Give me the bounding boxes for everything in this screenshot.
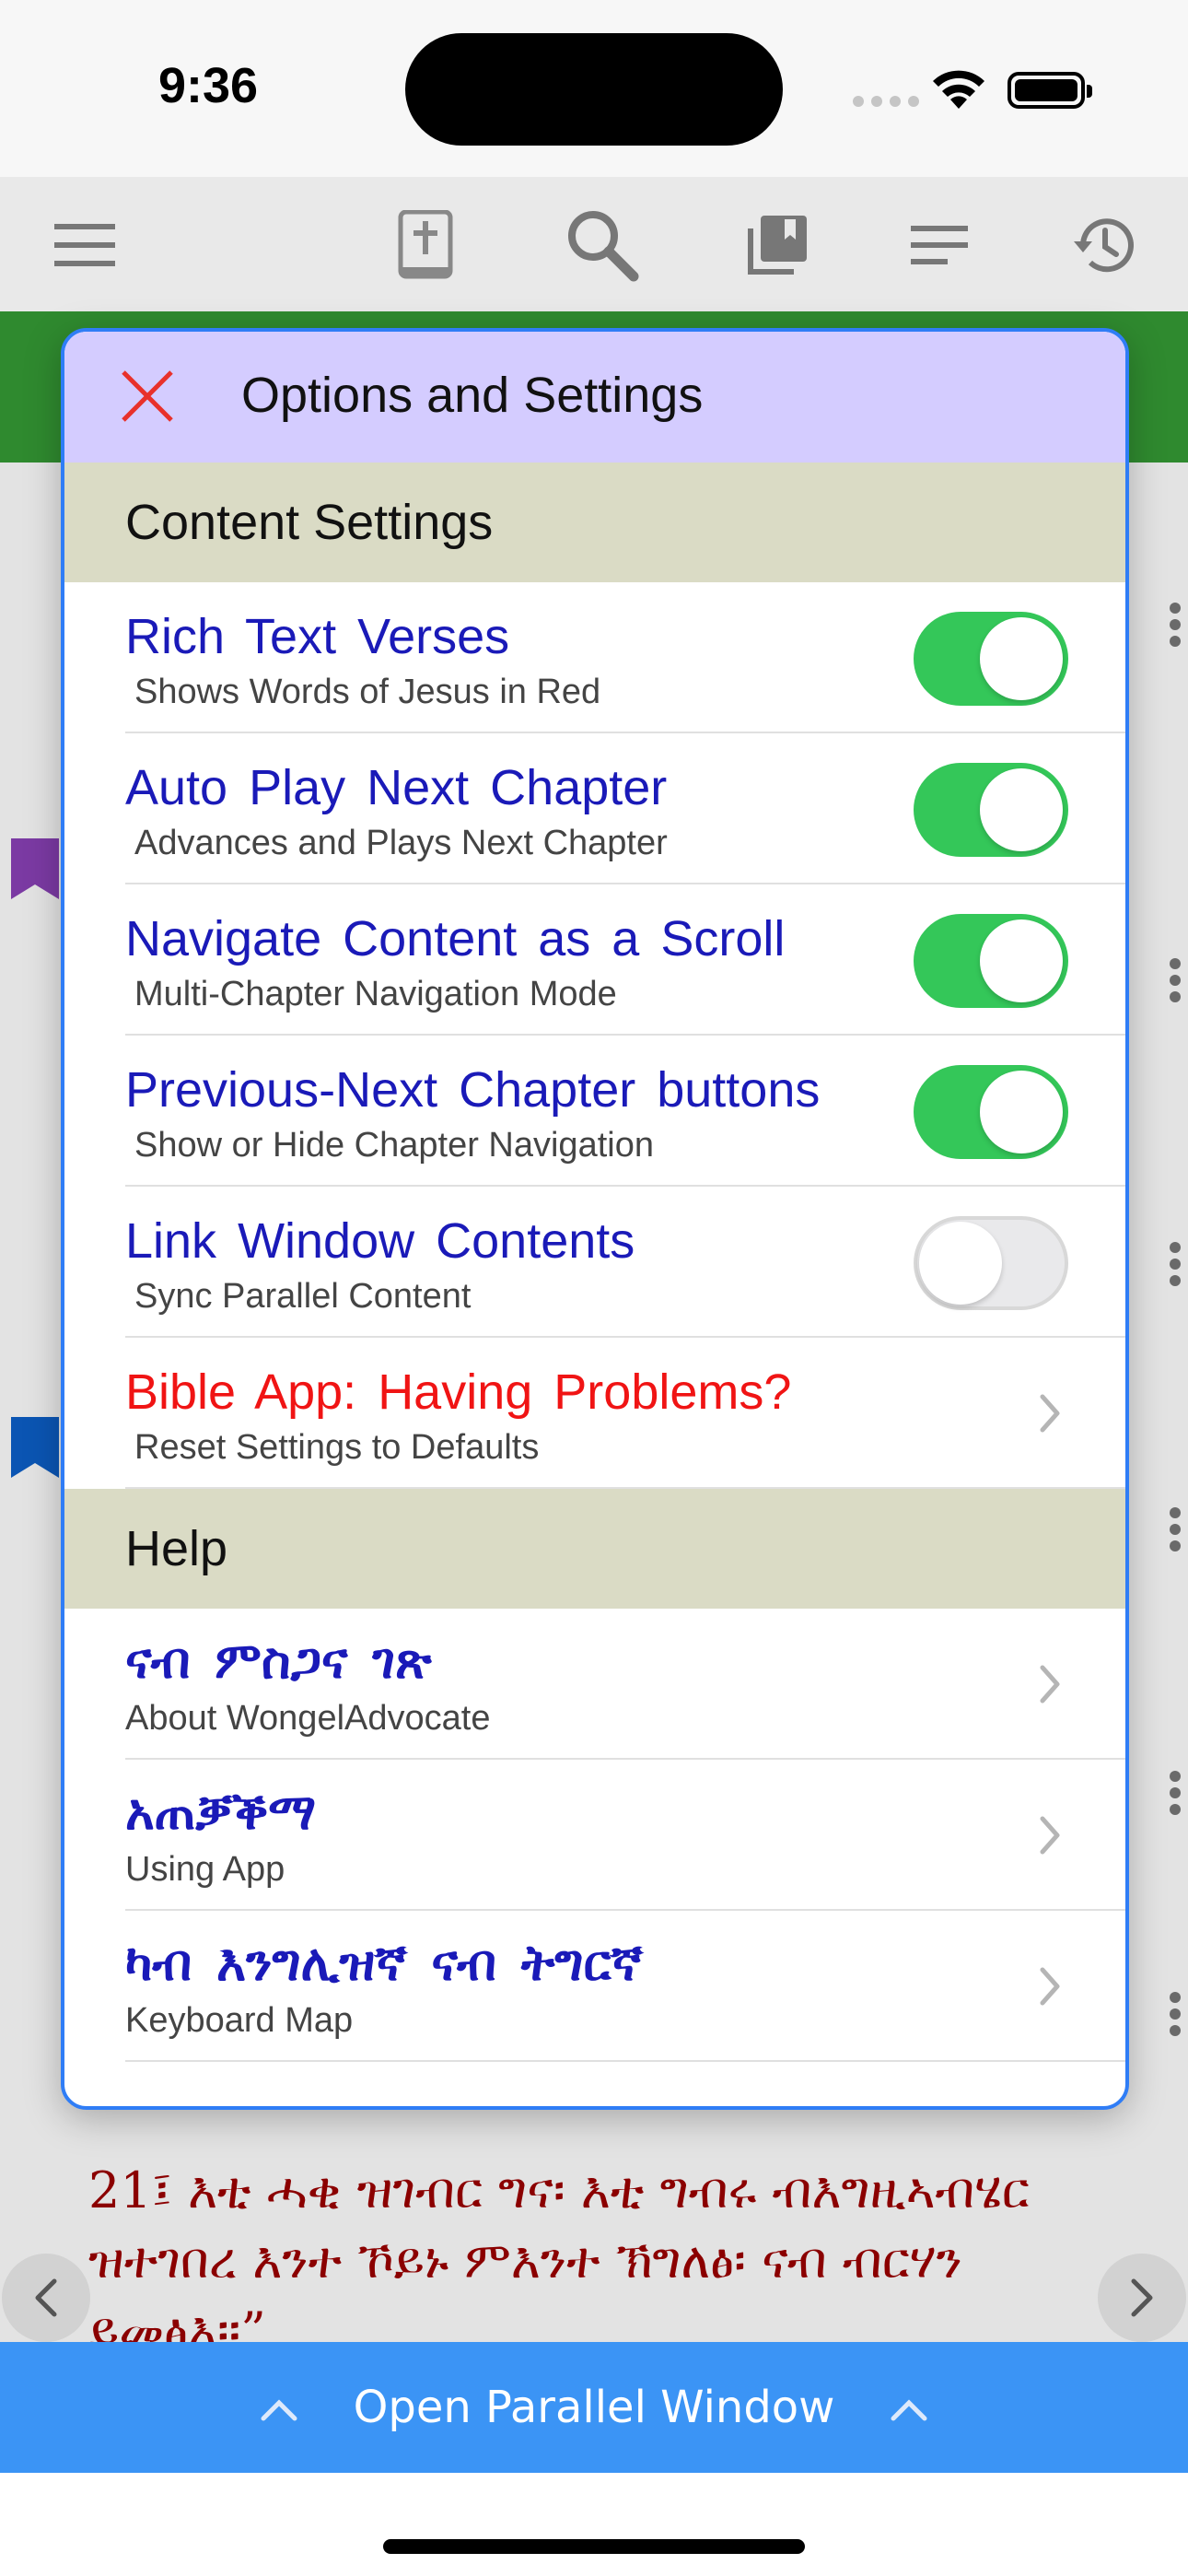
bible-book-icon[interactable] <box>381 201 470 289</box>
chevron-right-icon <box>1031 1388 1068 1439</box>
help-item-about[interactable]: ናብ ምስጋና ገጽ About WongelAdvocate <box>64 1609 1125 1760</box>
previous-chapter-button[interactable] <box>2 2254 90 2342</box>
help-section-header: Help <box>64 1489 1125 1609</box>
setting-subtitle: Multi-Chapter Navigation Mode <box>134 975 617 1013</box>
dynamic-island <box>405 33 783 146</box>
setting-title: Auto Play Next Chapter <box>125 760 668 815</box>
open-parallel-window-button[interactable]: Open Parallel Window <box>0 2342 1188 2473</box>
options-settings-dialog: Options and Settings Content Settings Ri… <box>61 328 1129 2110</box>
setting-navigate-as-scroll[interactable]: Navigate Content as a Scroll Multi-Chapt… <box>64 884 1125 1036</box>
verse-menu-icon[interactable] <box>1170 1507 1182 1551</box>
verse-menu-icon[interactable] <box>1170 1992 1182 2036</box>
verse-menu-icon[interactable] <box>1170 603 1182 647</box>
verse-menu-icon[interactable] <box>1170 958 1182 1002</box>
setting-title: Previous-Next Chapter buttons <box>125 1062 821 1118</box>
dialog-title: Options and Settings <box>241 368 704 423</box>
status-time: 9:36 <box>158 58 259 113</box>
help-title: ካብ እንግሊዝኛ ናብ ትግርኛ <box>125 1933 643 1992</box>
menu-icon[interactable] <box>41 201 129 289</box>
setting-rich-text-verses[interactable]: Rich Text Verses Shows Words of Jesus in… <box>64 582 1125 733</box>
setting-subtitle: Advances and Plays Next Chapter <box>134 824 668 862</box>
auto-play-toggle[interactable] <box>914 763 1068 857</box>
problems-title: Bible App: Having Problems? <box>125 1364 792 1420</box>
text-lines-icon[interactable] <box>897 201 985 289</box>
dialog-header: Options and Settings <box>64 332 1125 463</box>
bookmark-purple-icon[interactable] <box>11 838 59 899</box>
help-subtitle: Keyboard Map <box>125 2001 354 2040</box>
verse-menu-icon[interactable] <box>1170 1242 1182 1286</box>
setting-subtitle: Shows Words of Jesus in Red <box>134 673 601 711</box>
link-window-toggle[interactable] <box>914 1216 1068 1310</box>
bookmark-blue-icon[interactable] <box>11 1417 59 1478</box>
parallel-window-label: Open Parallel Window <box>353 2382 835 2433</box>
chevron-right-icon <box>1031 1658 1068 1710</box>
scroll-mode-toggle[interactable] <box>914 914 1068 1008</box>
cellular-signal-icon <box>853 96 919 107</box>
setting-subtitle: Sync Parallel Content <box>134 1277 472 1316</box>
setting-title: Navigate Content as a Scroll <box>125 911 786 966</box>
chevron-up-icon <box>260 2382 298 2433</box>
setting-prev-next-buttons[interactable]: Previous-Next Chapter buttons Show or Hi… <box>64 1036 1125 1187</box>
battery-icon <box>1007 72 1092 109</box>
chevron-right-icon <box>1031 1809 1068 1861</box>
help-title: አጠቓቕማ <box>125 1782 317 1841</box>
history-icon[interactable] <box>1061 201 1149 289</box>
verse-menu-icon[interactable] <box>1170 1771 1182 1815</box>
setting-title: Link Window Contents <box>125 1213 635 1269</box>
content-settings-header: Content Settings <box>64 463 1125 582</box>
problems-subtitle: Reset Settings to Defaults <box>134 1428 540 1467</box>
chevron-right-icon <box>1031 1961 1068 2012</box>
having-problems-row[interactable]: Bible App: Having Problems? Reset Settin… <box>64 1338 1125 1489</box>
chevron-up-icon <box>890 2382 928 2433</box>
chapter-buttons-toggle[interactable] <box>914 1065 1068 1159</box>
help-item-keyboard-map[interactable]: ካብ እንግሊዝኛ ናብ ትግርኛ Keyboard Map <box>64 1911 1125 2062</box>
status-bar: 9:36 <box>0 0 1188 177</box>
home-indicator[interactable] <box>383 2539 805 2554</box>
setting-title: Rich Text Verses <box>125 609 510 664</box>
help-subtitle: Using App <box>125 1850 285 1889</box>
verse-text: 21፤ እቲ ሓቂ ዝገብር ግና፡ እቲ ግብሩ ብእግዚኣብሄር ዝተገበረ… <box>88 2161 1030 2359</box>
help-subtitle: About WongelAdvocate <box>125 1699 491 1738</box>
bottom-safe-area <box>0 2473 1188 2576</box>
setting-link-window-contents[interactable]: Link Window Contents Sync Parallel Conte… <box>64 1187 1125 1338</box>
next-chapter-button[interactable] <box>1098 2254 1186 2342</box>
help-item-using-app[interactable]: አጠቓቕማ Using App <box>64 1760 1125 1911</box>
setting-auto-play-next-chapter[interactable]: Auto Play Next Chapter Advances and Play… <box>64 733 1125 884</box>
wifi-icon <box>930 68 987 114</box>
library-icon[interactable] <box>733 201 821 289</box>
help-title: ናብ ምስጋና ገጽ <box>125 1631 432 1690</box>
top-toolbar <box>0 177 1188 311</box>
rich-text-toggle[interactable] <box>914 612 1068 706</box>
close-icon[interactable] <box>118 367 177 426</box>
setting-subtitle: Show or Hide Chapter Navigation <box>134 1126 654 1165</box>
search-icon[interactable] <box>558 201 646 289</box>
